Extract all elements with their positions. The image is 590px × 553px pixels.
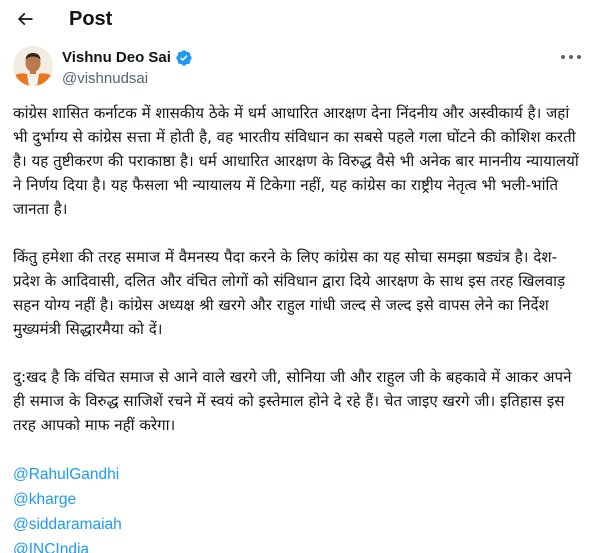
tweet-paragraph: दु:खद है कि वंचित समाज से आने वाले खरगे … [13, 368, 572, 434]
more-dot [569, 55, 573, 59]
mention-link[interactable]: @INCIndia [13, 537, 313, 553]
page-title: Post [69, 8, 113, 30]
top-bar: Post [0, 0, 590, 40]
verified-badge-icon [175, 49, 193, 67]
post-author: Vishnu Deo Sai @vishnudsai [13, 46, 583, 94]
author-handle[interactable]: @vishnudsai [62, 69, 148, 88]
name-row: Vishnu Deo Sai [62, 48, 193, 67]
avatar-image [13, 46, 53, 86]
mention-link[interactable]: @RahulGandhi [13, 462, 313, 487]
more-dot [561, 55, 565, 59]
back-arrow-svg [17, 12, 33, 26]
arrow-left-icon[interactable] [14, 8, 36, 30]
author-display-name[interactable]: Vishnu Deo Sai [62, 48, 171, 67]
mention-link[interactable]: @kharge [13, 487, 313, 512]
tweet-paragraph: कांग्रेस शासित कर्नाटक में शासकीय ठेके म… [13, 104, 579, 218]
mention-list: @RahulGandhi @kharge @siddaramaiah @INCI… [13, 462, 313, 553]
more-horizontal-icon[interactable] [561, 52, 581, 62]
avatar[interactable] [13, 46, 53, 86]
tweet-paragraph: किंतु हमेशा की तरह समाज में वैमनस्य पैदा… [13, 248, 566, 338]
tweet-text: कांग्रेस शासित कर्नाटक में शासकीय ठेके म… [13, 101, 583, 437]
mention-link[interactable]: @siddaramaiah [13, 512, 313, 537]
more-dot [577, 55, 581, 59]
